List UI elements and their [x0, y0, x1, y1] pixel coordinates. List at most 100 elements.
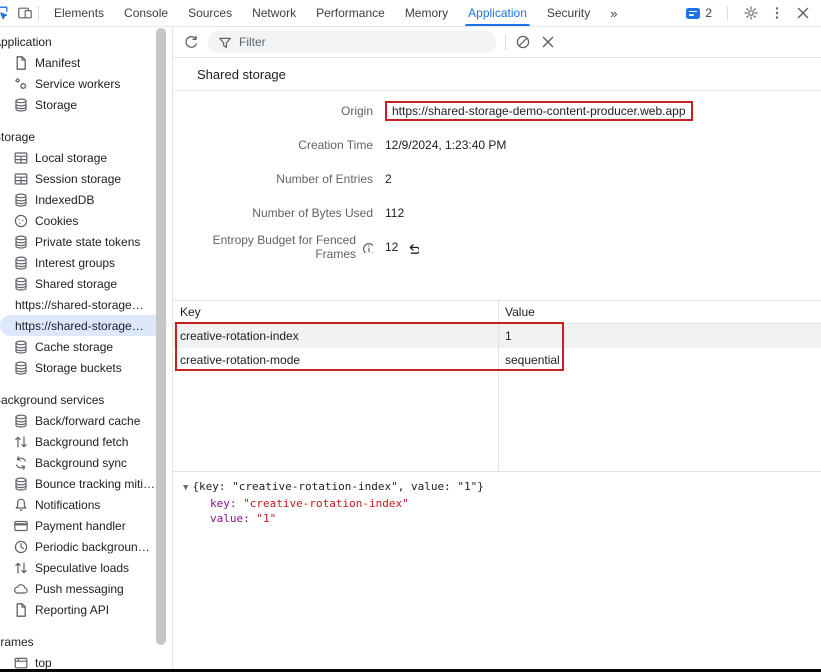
sidebar-item-label: Push messaging [35, 582, 124, 596]
credit-card-icon [13, 518, 29, 534]
tab-elements[interactable]: Elements [44, 0, 114, 26]
reset-budget-icon[interactable] [406, 241, 419, 254]
cookie-icon [13, 213, 29, 229]
kebab-menu-icon[interactable] [769, 5, 785, 21]
meta-label: Number of Entries [173, 172, 385, 186]
sidebar-section-background-services: Background services Back/forward cache B… [0, 390, 172, 620]
row-value: sequential [498, 353, 821, 367]
tab-performance[interactable]: Performance [306, 0, 395, 26]
expander-triangle-icon[interactable]: ▼ [183, 483, 188, 493]
shared-storage-panel: Shared storage Origin https://shared-sto… [173, 26, 821, 672]
section-title: Application [0, 32, 172, 52]
toolbar-divider [38, 6, 39, 21]
sidebar-item-background-fetch[interactable]: Background fetch [0, 431, 172, 452]
more-tabs-chevron[interactable]: » [600, 0, 627, 26]
sidebar-item-label: Shared storage [35, 277, 117, 291]
sidebar-item-bounce-tracking-mitigations[interactable]: Bounce tracking miti… [0, 473, 172, 494]
refresh-icon[interactable] [183, 34, 199, 50]
sidebar-section-storage: Storage Local storage Session storage In… [0, 127, 172, 378]
tab-application[interactable]: Application [458, 0, 537, 26]
sidebar-section-application: Application Manifest Service workers Sto… [0, 32, 172, 115]
sidebar-item-shared-storage-origin-2-selected[interactable]: https://shared-storage… [0, 315, 167, 336]
tab-security[interactable]: Security [537, 0, 600, 26]
sidebar-item-payment-handler[interactable]: Payment handler [0, 515, 172, 536]
close-devtools-icon[interactable] [795, 5, 811, 21]
property-value: "creative-rotation-index" [243, 497, 409, 510]
sidebar-item-label: https://shared-storage… [15, 298, 144, 312]
shared-storage-items-grid: Key Value creative-rotation-index 1 crea… [173, 300, 821, 472]
sidebar-item-speculative-loads[interactable]: Speculative loads [0, 557, 172, 578]
table-row[interactable]: creative-rotation-mode sequential [173, 348, 821, 372]
section-title: Frames [0, 632, 172, 652]
meta-row-bytes-used: Number of Bytes Used 112 [173, 196, 821, 230]
sidebar-item-service-workers[interactable]: Service workers [0, 73, 172, 94]
tab-console[interactable]: Console [114, 0, 178, 26]
sidebar-item-push-messaging[interactable]: Push messaging [0, 578, 172, 599]
panel-title: Shared storage [173, 58, 821, 91]
sidebar-item-interest-groups[interactable]: Interest groups [0, 252, 172, 273]
issues-counter[interactable]: 2 [686, 6, 712, 20]
table-row[interactable]: creative-rotation-index 1 [173, 324, 821, 348]
tab-memory[interactable]: Memory [395, 0, 458, 26]
sidebar-item-private-state-tokens[interactable]: Private state tokens [0, 231, 172, 252]
sidebar-item-label: Local storage [35, 151, 107, 165]
sidebar-item-label: https://shared-storage… [15, 319, 144, 333]
settings-gear-icon[interactable] [743, 5, 759, 21]
preview-property: key: "creative-rotation-index" [183, 496, 821, 511]
sidebar-item-shared-storage[interactable]: Shared storage [0, 273, 172, 294]
sidebar-item-label: Interest groups [35, 256, 115, 270]
delete-selected-icon[interactable] [540, 34, 556, 50]
sidebar-item-label: Background sync [35, 456, 127, 470]
origin-value-annotated: https://shared-storage-demo-content-prod… [385, 101, 693, 121]
row-key: creative-rotation-index [173, 329, 498, 343]
sidebar-item-indexeddb[interactable]: IndexedDB [0, 189, 172, 210]
sidebar-item-background-sync[interactable]: Background sync [0, 452, 172, 473]
preview-summary: {key: "creative-rotation-index", value: … [192, 480, 483, 493]
column-header-key[interactable]: Key [173, 305, 498, 319]
preview-property: value: "1" [183, 511, 821, 526]
toolbar-divider [727, 6, 728, 21]
sidebar-item-back-forward-cache[interactable]: Back/forward cache [0, 410, 172, 431]
filter-input[interactable] [237, 34, 487, 50]
tab-network[interactable]: Network [242, 0, 306, 26]
sidebar-item-reporting-api[interactable]: Reporting API [0, 599, 172, 620]
tab-sources[interactable]: Sources [178, 0, 242, 26]
sidebar-item-session-storage[interactable]: Session storage [0, 168, 172, 189]
info-icon[interactable] [361, 241, 373, 253]
sidebar-scrollbar-thumb[interactable] [156, 28, 166, 645]
sidebar-item-label: Bounce tracking miti… [35, 477, 155, 491]
sidebar-item-periodic-background-sync[interactable]: Periodic backgroun… [0, 536, 172, 557]
sidebar-item-notifications[interactable]: Notifications [0, 494, 172, 515]
sidebar-item-storage-buckets[interactable]: Storage buckets [0, 357, 172, 378]
sidebar-item-label: IndexedDB [35, 193, 94, 207]
sidebar-item-cookies[interactable]: Cookies [0, 210, 172, 231]
document-icon [13, 602, 29, 618]
property-name: value: [210, 512, 250, 525]
devtools-tabbar: Elements Console Sources Network Perform… [0, 0, 821, 27]
filter-box[interactable] [208, 31, 496, 53]
device-toolbar-icon[interactable] [17, 5, 33, 21]
property-value: "1" [256, 512, 276, 525]
inspect-element-icon[interactable] [0, 5, 9, 21]
section-title: Storage [0, 127, 172, 147]
clear-block-icon[interactable] [515, 34, 531, 50]
sidebar-item-label: Back/forward cache [35, 414, 140, 428]
issues-count: 2 [705, 6, 712, 20]
database-icon [13, 255, 29, 271]
sidebar-item-shared-storage-origin-1[interactable]: https://shared-storage… [0, 294, 172, 315]
sidebar-item-local-storage[interactable]: Local storage [0, 147, 172, 168]
sidebar-section-frames: Frames top [0, 632, 172, 672]
sidebar-item-manifest[interactable]: Manifest [0, 52, 172, 73]
sidebar-item-label: Reporting API [35, 603, 109, 617]
sidebar-item-label: Notifications [35, 498, 100, 512]
sidebar-item-label: Speculative loads [35, 561, 129, 575]
column-header-value[interactable]: Value [498, 305, 821, 319]
bell-icon [13, 497, 29, 513]
sidebar-item-storage[interactable]: Storage [0, 94, 172, 115]
service-workers-gears-icon [13, 76, 29, 92]
database-icon [13, 476, 29, 492]
column-divider[interactable] [498, 301, 499, 471]
sidebar-item-label: Manifest [35, 56, 80, 70]
sidebar-item-cache-storage[interactable]: Cache storage [0, 336, 172, 357]
grid-header-row: Key Value [173, 301, 821, 324]
